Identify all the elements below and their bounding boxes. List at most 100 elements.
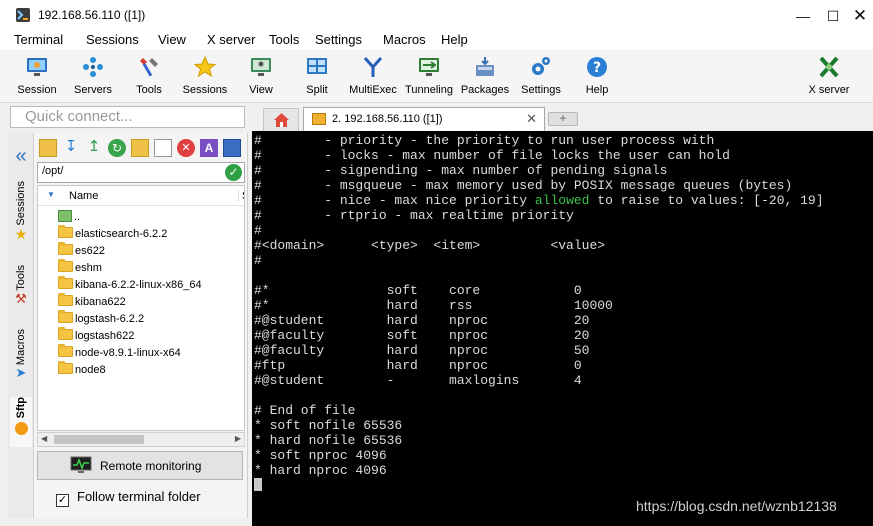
list-item-label: kibana-6.2.2-linux-x86_64 [75, 279, 202, 291]
monitor-icon [27, 58, 47, 76]
folder-icon [58, 361, 73, 374]
split-button[interactable]: Split [288, 52, 346, 100]
permissions-icon[interactable] [223, 139, 241, 157]
help-button[interactable]: ? Help [568, 52, 626, 100]
tab-tools[interactable]: Tools ⚒ [10, 265, 32, 307]
sessions-label: Sessions [182, 84, 228, 96]
parent-folder-icon[interactable] [39, 139, 57, 157]
terminal-line: * hard nproc 4096 [254, 463, 387, 478]
view-label: View [249, 84, 273, 96]
rename-icon[interactable]: A [200, 139, 218, 157]
list-item[interactable]: logstash-6.2.2 [58, 310, 144, 329]
terminal-line: # - rtprio - max realtime priority [254, 208, 574, 223]
tunneling-icon [419, 58, 439, 76]
watermark: https://blog.csdn.net/wznb12138 [636, 498, 837, 514]
settings-label: Settings [521, 84, 561, 96]
x-server-button[interactable]: X server [800, 52, 858, 100]
upload-icon[interactable]: ↥ [85, 139, 103, 157]
session-tab[interactable]: 2. 192.168.56.110 ([1]) ✕ [303, 107, 545, 131]
split-label: Split [306, 84, 328, 96]
terminal-output[interactable]: # - priority - the priority to run user … [252, 131, 873, 526]
list-item-label: node-v8.9.1-linux-x64 [75, 347, 181, 359]
session-tab-label: 2. 192.168.56.110 ([1]) [332, 113, 443, 125]
scroll-left-icon[interactable]: ◀ [41, 434, 47, 443]
sessions-button[interactable]: Sessions [176, 52, 234, 100]
sftp-path-value: /opt/ [42, 165, 64, 177]
tab-sessions[interactable]: Sessions ★ [10, 181, 32, 243]
remote-monitoring-button[interactable]: Remote monitoring [37, 451, 243, 480]
side-tabs: « Sessions ★ Tools ⚒ Macros ➤ Sftp [8, 133, 34, 518]
terminal-line: # - sigpending - max number of pending s… [254, 163, 668, 178]
sftp-icon [14, 422, 28, 436]
home-tab[interactable] [263, 108, 299, 131]
new-tab-button[interactable]: + [548, 112, 578, 126]
tab-macros-label: Macros [15, 329, 27, 366]
multiexec-button[interactable]: MultiExec [344, 52, 402, 100]
settings-button[interactable]: Settings [512, 52, 570, 100]
quick-connect-input[interactable]: Quick connect... [10, 106, 245, 128]
list-item[interactable]: kibana622 [58, 293, 126, 312]
folder-icon [58, 327, 73, 340]
monitor-chart-icon [70, 456, 92, 473]
tools-button[interactable]: Tools [120, 52, 178, 100]
list-item-label: elasticsearch-6.2.2 [75, 228, 168, 240]
collapse-arrows-icon[interactable]: « [10, 145, 32, 168]
list-item[interactable]: logstash622 [58, 327, 134, 346]
list-item[interactable]: kibana-6.2.2-linux-x86_64 [58, 276, 202, 295]
follow-terminal-folder-label: Follow terminal folder [77, 489, 201, 504]
follow-terminal-folder-checkbox[interactable]: ✓ Follow terminal folder [56, 489, 201, 507]
tab-sftp[interactable]: Sftp [10, 397, 32, 447]
terminal-line: # [254, 253, 262, 268]
column-name-header[interactable]: Name [69, 190, 98, 202]
menu-x-server[interactable]: X server [207, 32, 255, 47]
menu-bar: Terminal Sessions View X server Tools Se… [0, 31, 873, 50]
delete-icon[interactable]: ✕ [177, 139, 195, 157]
tools-icon: ⚒ [15, 290, 27, 306]
tab-macros[interactable]: Macros ➤ [10, 329, 32, 381]
tab-sftp-label: Sftp [15, 397, 27, 419]
title-bar: 192.168.56.110 ([1]) — ☐ ✕ [0, 0, 873, 31]
file-list-header: ▼ Name S [38, 186, 244, 206]
download-icon[interactable]: ↧ [62, 139, 80, 157]
plus-icon: + [559, 111, 567, 125]
sftp-file-list[interactable]: ▼ Name S .. elasticsearch-6.2.2 es622 es… [37, 185, 245, 431]
tools-label: Tools [136, 84, 162, 96]
terminal-line: # - priority - the priority to run user … [254, 133, 715, 148]
column-size-header[interactable]: S [238, 190, 244, 202]
folder-icon [58, 242, 73, 255]
scroll-thumb[interactable] [54, 435, 144, 444]
home-icon [274, 113, 289, 127]
split-icon [307, 58, 327, 74]
menu-tools[interactable]: Tools [269, 32, 299, 47]
maximize-icon[interactable]: ☐ [818, 4, 848, 28]
checkmark-icon[interactable]: ✓ [225, 164, 242, 181]
menu-help[interactable]: Help [441, 32, 468, 47]
list-item[interactable]: node8 [58, 361, 106, 380]
packages-button[interactable]: Packages [456, 52, 514, 100]
sort-arrow-icon[interactable]: ▼ [47, 190, 55, 199]
list-item[interactable]: es622 [58, 242, 105, 261]
menu-settings[interactable]: Settings [315, 32, 362, 47]
new-folder-icon[interactable] [131, 139, 149, 157]
refresh-icon[interactable]: ↻ [108, 139, 126, 157]
sftp-path-input[interactable]: /opt/ ✓ [37, 162, 245, 183]
menu-sessions[interactable]: Sessions [86, 32, 139, 47]
session-button[interactable]: Session [8, 52, 66, 100]
minimize-icon[interactable]: — [788, 4, 818, 28]
menu-terminal[interactable]: Terminal [14, 32, 63, 47]
servers-button[interactable]: Servers [64, 52, 122, 100]
tunneling-button[interactable]: Tunneling [400, 52, 458, 100]
view-button[interactable]: View [232, 52, 290, 100]
main-toolbar: Session Servers Tools Sessions View Spli… [0, 50, 873, 103]
checkbox-checked-icon[interactable]: ✓ [56, 494, 69, 507]
scroll-right-icon[interactable]: ▶ [235, 434, 241, 443]
close-tab-icon[interactable]: ✕ [526, 111, 537, 127]
menu-macros[interactable]: Macros [383, 32, 426, 47]
terminal-line: # - locks - max number of file locks the… [254, 148, 730, 163]
list-item[interactable]: node-v8.9.1-linux-x64 [58, 344, 181, 363]
list-item[interactable]: elasticsearch-6.2.2 [58, 225, 168, 244]
horizontal-scrollbar[interactable]: ◀ ▶ [37, 432, 245, 447]
new-file-icon[interactable] [154, 139, 172, 157]
close-icon[interactable]: ✕ [845, 4, 873, 28]
menu-view[interactable]: View [158, 32, 186, 47]
